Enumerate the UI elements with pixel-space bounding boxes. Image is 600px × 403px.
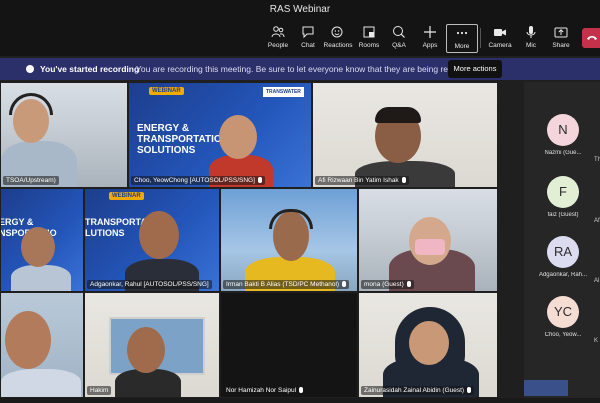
webinar-badge: WEBINAR [149, 87, 184, 95]
video-tile[interactable]: WEBINAR TRANSPORTATIO LUTIONS Adgaonkar,… [84, 188, 220, 292]
participant-name-tag: Choo, YeowChong [AUTOSOL/PSS/SNG] [131, 176, 265, 185]
avatar: F [547, 176, 579, 208]
avatar: RA [547, 236, 579, 268]
avatar: YC [547, 296, 579, 328]
people-icon [271, 26, 285, 38]
video-tile[interactable]: Nor Hamizah Nor Saipul [220, 292, 358, 398]
video-tile[interactable]: TSOA/Upstream) [0, 82, 128, 188]
recording-message: You are recording this meeting. Be sure … [136, 64, 488, 74]
video-tile[interactable]: Afi Rizwaan Bin Yatim Ishak [312, 82, 498, 188]
participants-panel: N Nazmi (Gue... F faiz (Guest) RA Adgaon… [524, 82, 600, 398]
recording-banner: You've started recording You are recordi… [0, 58, 600, 80]
clipped-name: Af [594, 218, 600, 224]
more-actions-tooltip: More actions [448, 60, 502, 78]
participant-avatar-item[interactable]: N Nazmi (Gue... [528, 114, 598, 156]
phone-hangup-icon [587, 36, 597, 40]
participant-avatar-item[interactable]: F faiz (Guest) [528, 176, 598, 218]
participant-avatar-item[interactable]: RA Adgaonkar, Rah... [528, 236, 598, 278]
avatar: N [547, 114, 579, 146]
chat-icon [302, 26, 314, 39]
meeting-title: RAS Webinar [269, 4, 331, 15]
participant-name: Adgaonkar, Rah... [538, 272, 588, 278]
participant-name: Nazmi (Gue... [544, 150, 582, 156]
leave-button[interactable] [582, 28, 600, 48]
rooms-icon [363, 26, 375, 38]
participant-name-tag: Adgaonkar, Rahul [AUTOSOL/PSS/SNG] [87, 280, 212, 289]
more-label: More [454, 43, 470, 50]
video-tile[interactable]: WEBINAR TRANSWATER ENERGY & TRANSPORTATI… [128, 82, 312, 188]
participant-name: Choo, Yeow... [544, 332, 582, 338]
qa-icon [393, 26, 405, 38]
camera-icon [494, 29, 506, 36]
video-grid: TSOA/Upstream) WEBINAR TRANSWATER ENERGY… [0, 82, 498, 398]
video-tile[interactable]: Hakim [84, 292, 220, 398]
microphone-icon [526, 26, 536, 38]
transwater-logo: TRANSWATER [263, 87, 304, 97]
participant-name-tag: Irman Bakti B Alias (TSD/PC Methanol) [223, 280, 350, 289]
recording-heading: You've started recording [40, 64, 140, 74]
clipped-name: Al [594, 278, 600, 284]
participant-name-tag: Zainurasidah Zainal Abidin (Guest) [361, 386, 475, 395]
meeting-toolbar: People Chat Reactions Rooms Q&A Apps Mor… [0, 20, 600, 56]
video-tile[interactable]: Zainurasidah Zainal Abidin (Guest) [358, 292, 498, 398]
title-bar: RAS Webinar [0, 0, 600, 20]
self-view-preview[interactable] [524, 380, 568, 396]
plus-icon [424, 26, 436, 38]
participant-name: faiz (Guest) [547, 212, 579, 218]
share-label: Share [552, 42, 570, 49]
clipped-name: Th [594, 157, 600, 163]
share-button[interactable]: Share [545, 24, 577, 52]
participant-name-tag: Afi Rizwaan Bin Yatim Ishak [315, 176, 409, 185]
participant-name-tag: Nor Hamizah Nor Saipul [223, 386, 307, 395]
participant-name-tag: mona (Guest) [361, 280, 414, 289]
webinar-badge: WEBINAR [109, 192, 144, 200]
bottom-strip [0, 398, 600, 403]
ellipsis-icon [456, 31, 468, 35]
video-tile[interactable]: ERGY & NSPORTATIO [0, 188, 84, 292]
video-tile[interactable]: mona (Guest) [358, 188, 498, 292]
participant-name-tag: TSOA/Upstream) [3, 176, 59, 185]
clipped-name: K [594, 338, 599, 344]
share-icon [554, 27, 568, 38]
reactions-icon [331, 26, 343, 38]
video-tile[interactable]: Irman Bakti B Alias (TSD/PC Methanol) [220, 188, 358, 292]
more-button[interactable]: More [446, 24, 478, 53]
recording-dot-icon [26, 65, 34, 73]
slide-title: ENERGY & TRANSPORTATION SOLUTIONS [137, 123, 229, 156]
video-tile[interactable] [0, 292, 84, 398]
participant-name-tag: Hakim [87, 386, 112, 395]
participant-avatar-item[interactable]: YC Choo, Yeow... [528, 296, 598, 338]
